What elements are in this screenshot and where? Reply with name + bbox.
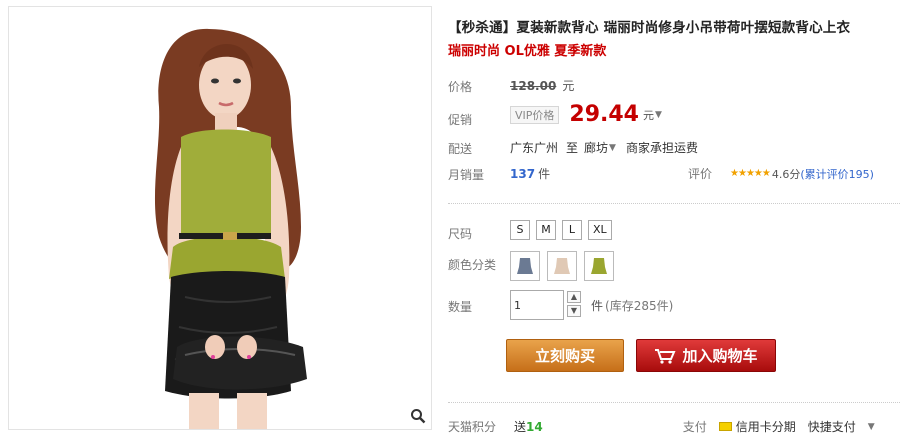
quantity-input[interactable] bbox=[510, 290, 564, 320]
sales-count: 137 bbox=[510, 166, 536, 181]
price-row: 128.00 元 bbox=[510, 77, 574, 94]
payment-label: 支付 bbox=[682, 420, 707, 434]
rating-score: 4.6分 bbox=[771, 167, 801, 181]
color-options bbox=[510, 251, 621, 281]
review-count-link[interactable]: (累计评价195) bbox=[800, 166, 874, 182]
promo-price: 29.44 bbox=[569, 102, 639, 127]
color-swatch-beige[interactable] bbox=[547, 251, 577, 281]
credit-card-label: 信用卡分期 bbox=[735, 420, 796, 434]
quantity-stepper: ▲ ▼ bbox=[567, 291, 581, 319]
quantity-label: 数量 bbox=[448, 300, 473, 314]
add-to-cart-button[interactable]: 加入购物车 bbox=[636, 339, 776, 372]
divider bbox=[448, 203, 900, 204]
credit-card-installment[interactable]: 信用卡分期 bbox=[718, 418, 796, 435]
rating-row: 评价 ★★★★★ 4.6分 (累计评价195) bbox=[688, 165, 874, 182]
points-value: 14 bbox=[526, 419, 543, 434]
quantity-unit: 件 bbox=[591, 298, 604, 313]
ship-from: 广东广州 bbox=[510, 141, 559, 155]
add-to-cart-label: 加入购物车 bbox=[682, 347, 758, 365]
price-label: 价格 bbox=[448, 80, 473, 94]
size-option-xl[interactable]: XL bbox=[588, 220, 612, 240]
ship-to-word: 至 bbox=[566, 141, 579, 155]
product-subtitle: 瑞丽时尚 OL优雅 夏季新款 bbox=[448, 44, 607, 59]
product-info: 【秒杀通】夏装新款背心 瑞丽时尚修身小吊带荷叶摆短款背心上衣 瑞丽时尚 OL优雅… bbox=[448, 0, 900, 435]
buy-now-button[interactable]: 立刻购买 bbox=[506, 339, 624, 372]
shipping-note: 商家承担运费 bbox=[625, 141, 698, 155]
stock-count: (库存285件) bbox=[605, 298, 674, 313]
model-photo bbox=[9, 7, 431, 429]
promo-row: VIP价格 29.44 元 ▼ bbox=[510, 102, 662, 127]
divider bbox=[448, 402, 900, 403]
promo-price-currency: 元 bbox=[643, 108, 654, 122]
product-page: 【秒杀通】夏装新款背心 瑞丽时尚修身小吊带荷叶摆短款背心上衣 瑞丽时尚 OL优雅… bbox=[0, 0, 900, 435]
promo-chevron-down-icon[interactable]: ▼ bbox=[655, 110, 662, 120]
rating-label: 评价 bbox=[688, 167, 713, 181]
quick-pay-label: 快捷支付 bbox=[807, 420, 856, 434]
original-price: 128.00 bbox=[510, 78, 557, 93]
color-swatch-gray-blue[interactable] bbox=[510, 251, 540, 281]
quantity-row: ▲ ▼ 件 (库存285件) bbox=[510, 290, 673, 320]
rating-stars: ★★★★★ bbox=[730, 168, 771, 179]
shopping-cart-icon bbox=[655, 348, 677, 364]
magnifier-icon bbox=[411, 409, 426, 424]
sales-unit: 件 bbox=[538, 167, 551, 181]
sales-row: 137 件 bbox=[510, 165, 550, 182]
ship-destination-select[interactable]: 廊坊 bbox=[584, 139, 608, 156]
points-prefix: 送 bbox=[514, 420, 527, 434]
shipping-label: 配送 bbox=[448, 142, 473, 156]
vip-price-tag: VIP价格 bbox=[510, 105, 560, 124]
beige-top-thumbnail bbox=[554, 258, 570, 274]
payment-chevron-down-icon[interactable]: ▼ bbox=[868, 422, 875, 432]
size-option-l[interactable]: L bbox=[562, 220, 582, 240]
promo-label: 促销 bbox=[448, 113, 473, 127]
footer-row: 天猫积分 送 14 支付 信用卡分期 快捷支付 ▼ bbox=[448, 418, 900, 435]
quantity-decrement-button[interactable]: ▼ bbox=[567, 305, 581, 317]
color-label: 颜色分类 bbox=[448, 258, 497, 272]
zoom-button[interactable] bbox=[407, 405, 429, 427]
size-label: 尺码 bbox=[448, 227, 473, 241]
size-option-s[interactable]: S bbox=[510, 220, 530, 240]
product-image[interactable] bbox=[8, 6, 432, 430]
points-label: 天猫积分 bbox=[448, 420, 497, 434]
destination-chevron-down-icon[interactable]: ▼ bbox=[609, 143, 616, 153]
product-title: 【秒杀通】夏装新款背心 瑞丽时尚修身小吊带荷叶摆短款背心上衣 bbox=[448, 20, 851, 36]
size-options: S M L XL bbox=[510, 220, 618, 240]
size-option-m[interactable]: M bbox=[536, 220, 556, 240]
quantity-increment-button[interactable]: ▲ bbox=[567, 291, 581, 303]
gray-blue-top-thumbnail bbox=[517, 258, 533, 274]
buy-now-label: 立刻购买 bbox=[534, 347, 595, 365]
quick-pay[interactable]: 快捷支付 bbox=[808, 418, 856, 435]
original-price-currency: 元 bbox=[562, 79, 575, 93]
green-top-thumbnail bbox=[591, 258, 607, 274]
shipping-row: 广东广州 至 廊坊 ▼ 商家承担运费 bbox=[510, 139, 698, 156]
credit-card-icon bbox=[718, 422, 732, 431]
color-swatch-green[interactable] bbox=[584, 251, 614, 281]
sales-label: 月销量 bbox=[448, 168, 485, 182]
